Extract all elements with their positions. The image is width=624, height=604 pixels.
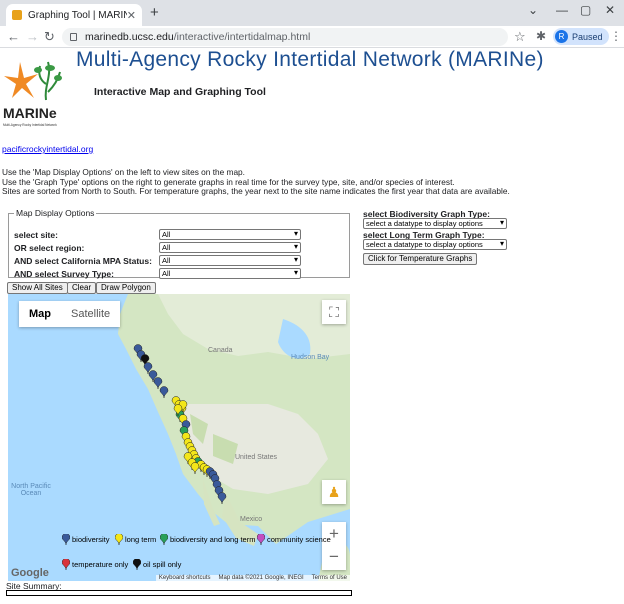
minimize-icon[interactable]: —	[556, 3, 568, 17]
tab-strip: Graphing Tool | MARINe ✕ + ⌄ — ▢ ✕	[0, 0, 624, 26]
map-type-satellite-button[interactable]: Satellite	[61, 301, 120, 327]
site-marker[interactable]	[153, 377, 163, 390]
instruction-line: Sites are sorted from North to South. Fo…	[2, 186, 510, 197]
site-marker[interactable]	[217, 492, 227, 505]
pin-icon	[257, 534, 265, 545]
site-marker[interactable]	[159, 386, 169, 399]
zoom-out-icon[interactable]: −	[322, 546, 346, 570]
extensions-icon[interactable]: ✱	[536, 29, 546, 43]
legend-biodiversity: biodiversity	[62, 534, 110, 545]
page-title: Multi-Agency Rocky Intertidal Network (M…	[76, 48, 544, 71]
mpa-row: AND select California MPA Status: All	[14, 254, 301, 267]
menu-icon[interactable]: ⋮	[610, 29, 622, 43]
region-select[interactable]: All	[159, 242, 301, 253]
clear-button[interactable]: Clear	[67, 282, 97, 294]
keyboard-shortcuts-link[interactable]: Keyboard shortcuts	[159, 575, 211, 581]
map-data-text: Map data ©2021 Google, INEGI	[218, 575, 304, 581]
site-select[interactable]: All	[159, 229, 301, 240]
show-all-sites-button[interactable]: Show All Sites	[7, 282, 68, 294]
instructions: Use the 'Map Display Options' on the lef…	[2, 167, 622, 197]
legend-oil-spill-only: oil spill only	[133, 559, 181, 570]
close-tab-icon[interactable]: ✕	[127, 9, 136, 22]
maximize-icon[interactable]: ▢	[580, 3, 591, 17]
avatar: R	[555, 30, 568, 43]
logo-text: MARINe	[3, 105, 57, 121]
mpa-select[interactable]: All	[159, 255, 301, 266]
map-type-control: Map Satellite	[19, 301, 121, 327]
pin-icon	[62, 534, 70, 545]
toolbar: ← → ↻ marinedb.ucsc.edu/interactive/inte…	[0, 26, 624, 48]
site-label: select site:	[14, 229, 58, 240]
favicon-icon	[12, 10, 22, 20]
logo-tagline: Multi-Agency Rocky Intertidal Network	[3, 123, 57, 127]
survey-select[interactable]: All	[159, 268, 301, 279]
pin-icon	[62, 559, 70, 570]
region-row: OR select region: All	[14, 241, 301, 254]
zoom-control: + −	[322, 522, 346, 570]
new-tab-icon[interactable]: +	[150, 5, 159, 20]
page-content: MARINe Multi-Agency Rocky Intertidal Net…	[0, 48, 624, 604]
draw-polygon-button[interactable]: Draw Polygon	[96, 282, 156, 294]
longterm-graph-select[interactable]: select a datatype to display options	[363, 239, 507, 250]
lock-icon	[70, 33, 77, 41]
legend-biodiversity-and-long-term: biodiversity and long term	[160, 534, 255, 545]
legend-temperature-only: temperature only	[62, 559, 128, 570]
site-row: select site: All	[14, 228, 301, 241]
pin-icon	[133, 559, 141, 570]
pin-icon	[115, 534, 123, 545]
back-icon[interactable]: ←	[7, 30, 20, 43]
window-close-icon[interactable]: ✕	[605, 3, 615, 17]
map-display-options-legend: Map Display Options	[16, 208, 95, 218]
address-bar[interactable]: marinedb.ucsc.edu/interactive/intertidal…	[62, 28, 508, 46]
mpa-label: AND select California MPA Status:	[14, 255, 152, 266]
site-link[interactable]: pacificrockyintertidal.org	[2, 144, 93, 154]
reload-icon[interactable]: ↻	[44, 30, 55, 43]
url-text: marinedb.ucsc.edu/interactive/intertidal…	[85, 31, 311, 43]
profile-button[interactable]: R Paused	[553, 28, 609, 45]
temperature-graphs-button[interactable]: Click for Temperature Graphs	[363, 253, 478, 265]
map-display-options: Map Display Options select site: All OR …	[8, 208, 350, 280]
legend-label: long term	[125, 535, 157, 544]
marine-logo: MARINe Multi-Agency Rocky Intertidal Net…	[2, 52, 64, 132]
biodiversity-graph-select[interactable]: select a datatype to display options	[363, 218, 507, 229]
pegman-icon[interactable]: ♟	[322, 480, 346, 504]
legend-label: oil spill only	[143, 560, 182, 569]
region-label: OR select region:	[14, 242, 85, 253]
legend-label: temperature only	[72, 560, 129, 569]
legend-label: biodiversity and long term	[170, 535, 256, 544]
terms-link[interactable]: Terms of Use	[312, 575, 347, 581]
tab-search-icon[interactable]: ⌄	[528, 3, 538, 17]
legend-long-term: long term	[115, 534, 156, 545]
page-subtitle: Interactive Map and Graphing Tool	[94, 86, 266, 98]
map-canvas[interactable]: Canada Hudson Bay United States Mexico N…	[8, 294, 350, 581]
map-attribution: Keyboard shortcuts Map data ©2021 Google…	[155, 575, 350, 581]
map-type-map-button[interactable]: Map	[19, 301, 61, 327]
profile-status: Paused	[572, 31, 603, 42]
fullscreen-icon[interactable]: ⛶	[322, 300, 346, 324]
tab-title: Graphing Tool | MARINe	[28, 9, 127, 21]
browser-tab[interactable]: Graphing Tool | MARINe ✕	[6, 4, 142, 26]
forward-icon[interactable]: →	[26, 30, 39, 43]
survey-row: AND select Survey Type: All	[14, 267, 301, 280]
google-logo: Google	[11, 567, 49, 579]
bookmark-star-icon[interactable]: ☆	[514, 29, 526, 45]
legend-label: biodiversity	[72, 535, 110, 544]
legend-community-science: community science	[257, 534, 331, 545]
legend-label: community science	[267, 535, 331, 544]
site-marker[interactable]	[190, 462, 200, 475]
site-summary-box	[6, 590, 352, 596]
survey-label: AND select Survey Type:	[14, 268, 114, 279]
pin-icon	[160, 534, 168, 545]
